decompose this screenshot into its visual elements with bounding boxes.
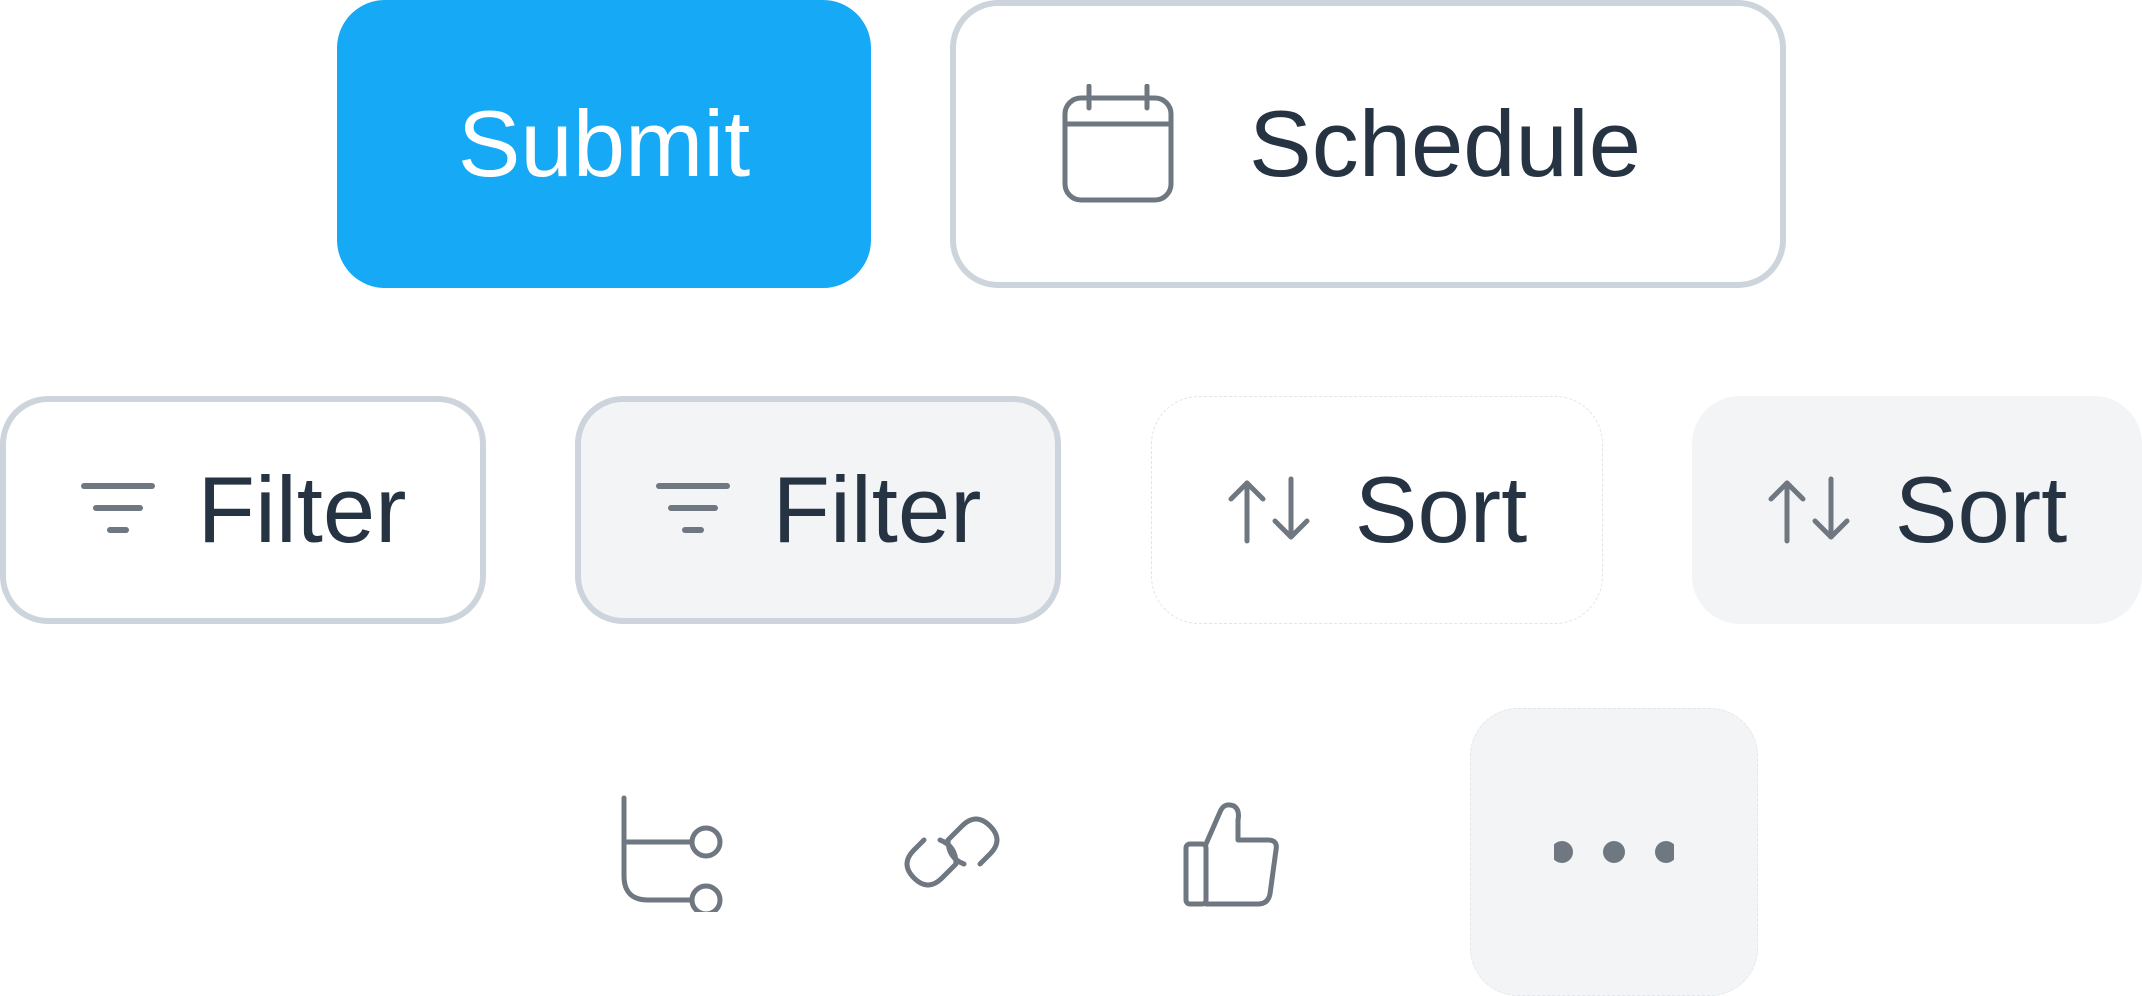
branch-icon [606,792,726,912]
branch-button[interactable] [522,708,810,996]
sort-label: Sort [1894,457,2068,562]
filter-label: Filter [772,457,982,562]
submit-button[interactable]: Submit [337,0,871,288]
sort-arrows-icon [1227,475,1313,545]
schedule-button[interactable]: Schedule [950,0,1786,288]
sort-label: Sort [1354,457,1528,562]
filter-icon [80,480,156,540]
filter-button-outline[interactable]: Filter [0,396,486,624]
thumbs-up-icon [1178,792,1298,912]
filter-icon [655,480,731,540]
more-dots-icon [1554,792,1674,912]
sort-button-plain[interactable]: Sort [1151,396,1603,624]
submit-label: Submit [457,91,751,196]
link-button[interactable] [808,708,1096,996]
schedule-label: Schedule [1249,91,1641,196]
like-button[interactable] [1094,708,1382,996]
filter-button-soft[interactable]: Filter [575,396,1061,624]
link-icon [892,792,1012,912]
calendar-icon [1061,84,1175,204]
filter-label: Filter [197,457,407,562]
sort-button-soft[interactable]: Sort [1692,396,2142,624]
more-button[interactable] [1470,708,1758,996]
sort-arrows-icon [1767,475,1853,545]
